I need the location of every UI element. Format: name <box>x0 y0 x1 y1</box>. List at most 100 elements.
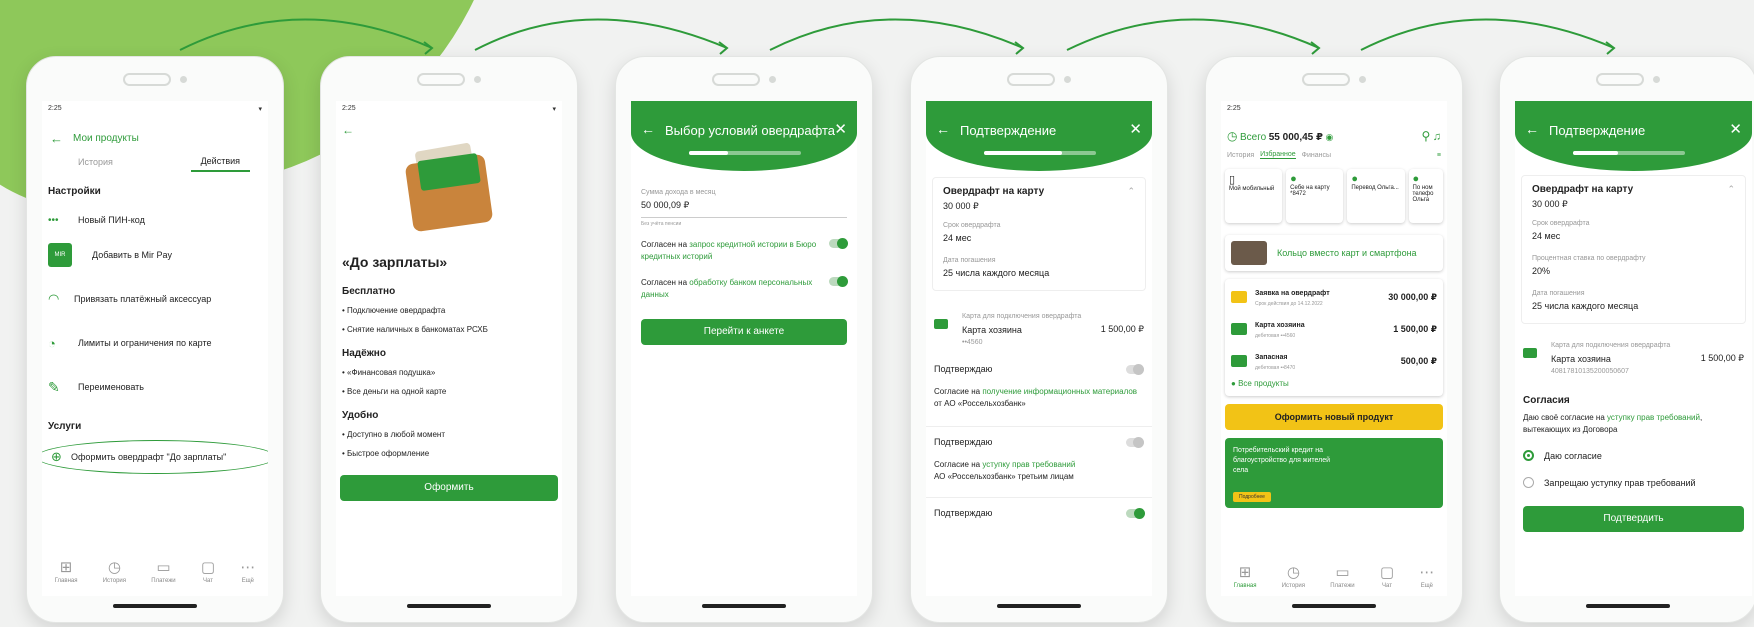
menu-mirpay[interactable]: MIR Добавить в Mir Pay <box>42 233 268 277</box>
product-item[interactable]: Заявка на овердрафт Срок действия до 14.1… <box>1231 281 1437 313</box>
bank-icon: ● <box>1351 173 1358 185</box>
menu-accessory[interactable]: ◠ Привязать платёжный аксессуар <box>42 277 268 321</box>
menu-rename[interactable]: ✎ Переименовать <box>42 365 268 409</box>
income-note: Без учёта пенсии <box>641 221 682 227</box>
consent-toggle[interactable] <box>829 238 848 249</box>
tab-favorites[interactable]: Избранное <box>1260 151 1296 159</box>
product-item[interactable]: Карта хозяина дебетовая ••4560 1 500,00 ₽ <box>1231 313 1437 345</box>
close-icon[interactable]: ✕ <box>1129 120 1142 138</box>
menu-overdraft[interactable]: ⊕ Оформить овердрафт "До зарплаты" <box>42 440 268 474</box>
linked-card[interactable]: Карта для подключения овердрафта Карта х… <box>926 297 1152 356</box>
menu-label: Переименовать <box>78 382 144 392</box>
tab-actions[interactable]: Действия <box>190 152 250 172</box>
menu-label: Оформить овердрафт "До зарплаты" <box>71 452 227 462</box>
apply-button[interactable]: Оформить <box>340 475 558 501</box>
agreement-text: Согласие на <box>934 387 983 396</box>
fav-self-card[interactable]: ● Себе на карту *8472 <box>1286 169 1343 223</box>
income-input[interactable]: 50 000,09 ₽ <box>641 196 847 218</box>
eye-icon[interactable]: ◉ <box>1326 132 1334 142</box>
speaker <box>712 73 760 86</box>
close-icon[interactable]: ✕ <box>1729 120 1742 138</box>
menu-limits[interactable]: ◔ Лимиты и ограничения по карте <box>42 321 268 365</box>
product-item[interactable]: Запасная дебетовая ••8470 500,00 ₽ <box>1231 345 1437 377</box>
bullet: • «Финансовая подушка» <box>342 368 436 377</box>
search-icon[interactable]: ⚲ <box>1421 129 1430 143</box>
chevron-up-icon[interactable]: ⌃ <box>1127 186 1135 197</box>
bullet: • Все деньги на одной карте <box>342 387 447 396</box>
phone-my-products: 2:25 ▾ ← Мои продукты История Действия Нас… <box>26 56 284 623</box>
confirm-row-1: Подтверждаю <box>926 356 1152 382</box>
confirm-button[interactable]: Подтвердить <box>1523 506 1744 532</box>
confirm-toggle[interactable] <box>1126 507 1145 519</box>
back-arrow-icon[interactable]: ← <box>936 121 950 137</box>
ring-banner[interactable]: Кольцо вместо карт и смартфона <box>1225 235 1443 271</box>
new-product-button[interactable]: Оформить новый продукт <box>1225 404 1443 430</box>
list-icon[interactable]: ≡ <box>1437 152 1441 159</box>
nav-payments[interactable]: ▭ Платежи <box>151 558 175 584</box>
screen: 2:25 ▾ ← Мои продукты История Действия Нас… <box>42 101 268 596</box>
agreement-text: Согласие на <box>934 460 983 469</box>
consent-toggle[interactable] <box>829 276 848 287</box>
camera <box>1653 76 1660 83</box>
radio-label: Запрещаю уступку прав требований <box>1544 477 1696 488</box>
nav-home[interactable]: ⊞ Главная <box>1234 563 1257 589</box>
nfc-icon: ◠ <box>48 291 60 306</box>
close-icon[interactable]: ✕ <box>834 120 847 138</box>
fav-phone-transfer[interactable]: ● По ном телефо Ольга <box>1409 169 1443 223</box>
confirm-toggle[interactable] <box>1126 363 1144 375</box>
radio-deny[interactable]: Запрещаю уступку прав требований <box>1515 467 1752 498</box>
menu-label: Новый ПИН-код <box>78 215 145 225</box>
tab-history[interactable]: История <box>60 153 131 171</box>
wallet-illustration <box>399 141 499 236</box>
fav-label: Себе на карту *8472 <box>1290 185 1330 197</box>
consent-credit-history: Согласен на запрос кредитной истории в Б… <box>641 238 848 263</box>
nav-history[interactable]: ◷ История <box>1282 563 1305 589</box>
back-arrow-icon[interactable]: ← <box>1525 121 1539 137</box>
nav-chat[interactable]: ▢ Чат <box>201 558 215 584</box>
term-label: Срок овердрафта <box>1532 220 1590 227</box>
nav-chat[interactable]: ▢ Чат <box>1380 563 1394 589</box>
promo-button[interactable]: Подробнее <box>1233 492 1271 502</box>
tab-finance[interactable]: Финансы <box>1302 152 1331 159</box>
promo-banner[interactable]: Потребительский кредит на благоустройств… <box>1225 438 1443 508</box>
nav-more[interactable]: ⋯ Ещё <box>1419 563 1434 589</box>
back-arrow-icon[interactable]: ← <box>50 131 63 146</box>
chevron-up-icon[interactable]: ⌃ <box>1727 184 1735 195</box>
page-title: Мои продукты <box>73 133 139 144</box>
income-label: Сумма дохода в месяц <box>641 189 716 196</box>
linked-card[interactable]: Карта для подключения овердрафта Карта х… <box>1515 328 1752 385</box>
go-to-form-button[interactable]: Перейти к анкете <box>641 319 847 345</box>
agreement-link[interactable]: получение информационных материалов <box>982 387 1137 396</box>
progress-bar <box>1573 151 1685 155</box>
bullet-text: Все деньги на одной карте <box>347 387 447 396</box>
nav-home[interactable]: ⊞ Главная <box>55 558 78 584</box>
fav-transfer-olga[interactable]: ● Перевод Ольга... <box>1347 169 1404 223</box>
back-arrow-icon[interactable]: ← <box>641 121 655 137</box>
nav-label: Чат <box>203 578 213 584</box>
nav-label: Ещё <box>1420 583 1433 589</box>
confirm-label: Подтверждаю <box>934 364 993 374</box>
back-arrow-icon[interactable]: ← <box>336 119 562 141</box>
tab-history[interactable]: История <box>1227 152 1254 159</box>
nav-payments[interactable]: ▭ Платежи <box>1330 563 1354 589</box>
bell-icon[interactable]: ♫ <box>1433 131 1441 143</box>
confirm-toggle[interactable] <box>1126 436 1144 448</box>
chat-icon: ▢ <box>1379 564 1395 581</box>
menu-new-pin[interactable]: ••• Новый ПИН-код <box>42 207 268 233</box>
consent-text: Даю своё согласие на <box>1523 413 1607 422</box>
fav-mobile[interactable]: ▯ Мой мобильный <box>1225 169 1282 223</box>
bullet: • Подключение овердрафта <box>342 306 446 315</box>
nav-more[interactable]: ⋯ Ещё <box>240 558 255 584</box>
screen: ← Подтверждение ✕ Овердрафт на карту ⌃ 30… <box>926 101 1152 596</box>
clock-icon: ◷ <box>1286 564 1300 581</box>
nav-history[interactable]: ◷ История <box>103 558 126 584</box>
flow-arrow-2 <box>474 18 728 51</box>
term-value: 24 мес <box>943 233 972 243</box>
agreement-link[interactable]: уступку прав требований <box>982 460 1075 469</box>
radio-agree[interactable]: Даю согласие <box>1515 444 1752 467</box>
all-products-link[interactable]: ● Все продукты <box>1231 377 1437 394</box>
consent-link[interactable]: уступку прав требований <box>1607 413 1700 422</box>
confirm-label: Подтверждаю <box>934 437 993 447</box>
overdraft-amount: 30 000 ₽ <box>943 201 979 211</box>
consent-text-block: Даю своё согласие на уступку прав требов… <box>1515 412 1752 444</box>
